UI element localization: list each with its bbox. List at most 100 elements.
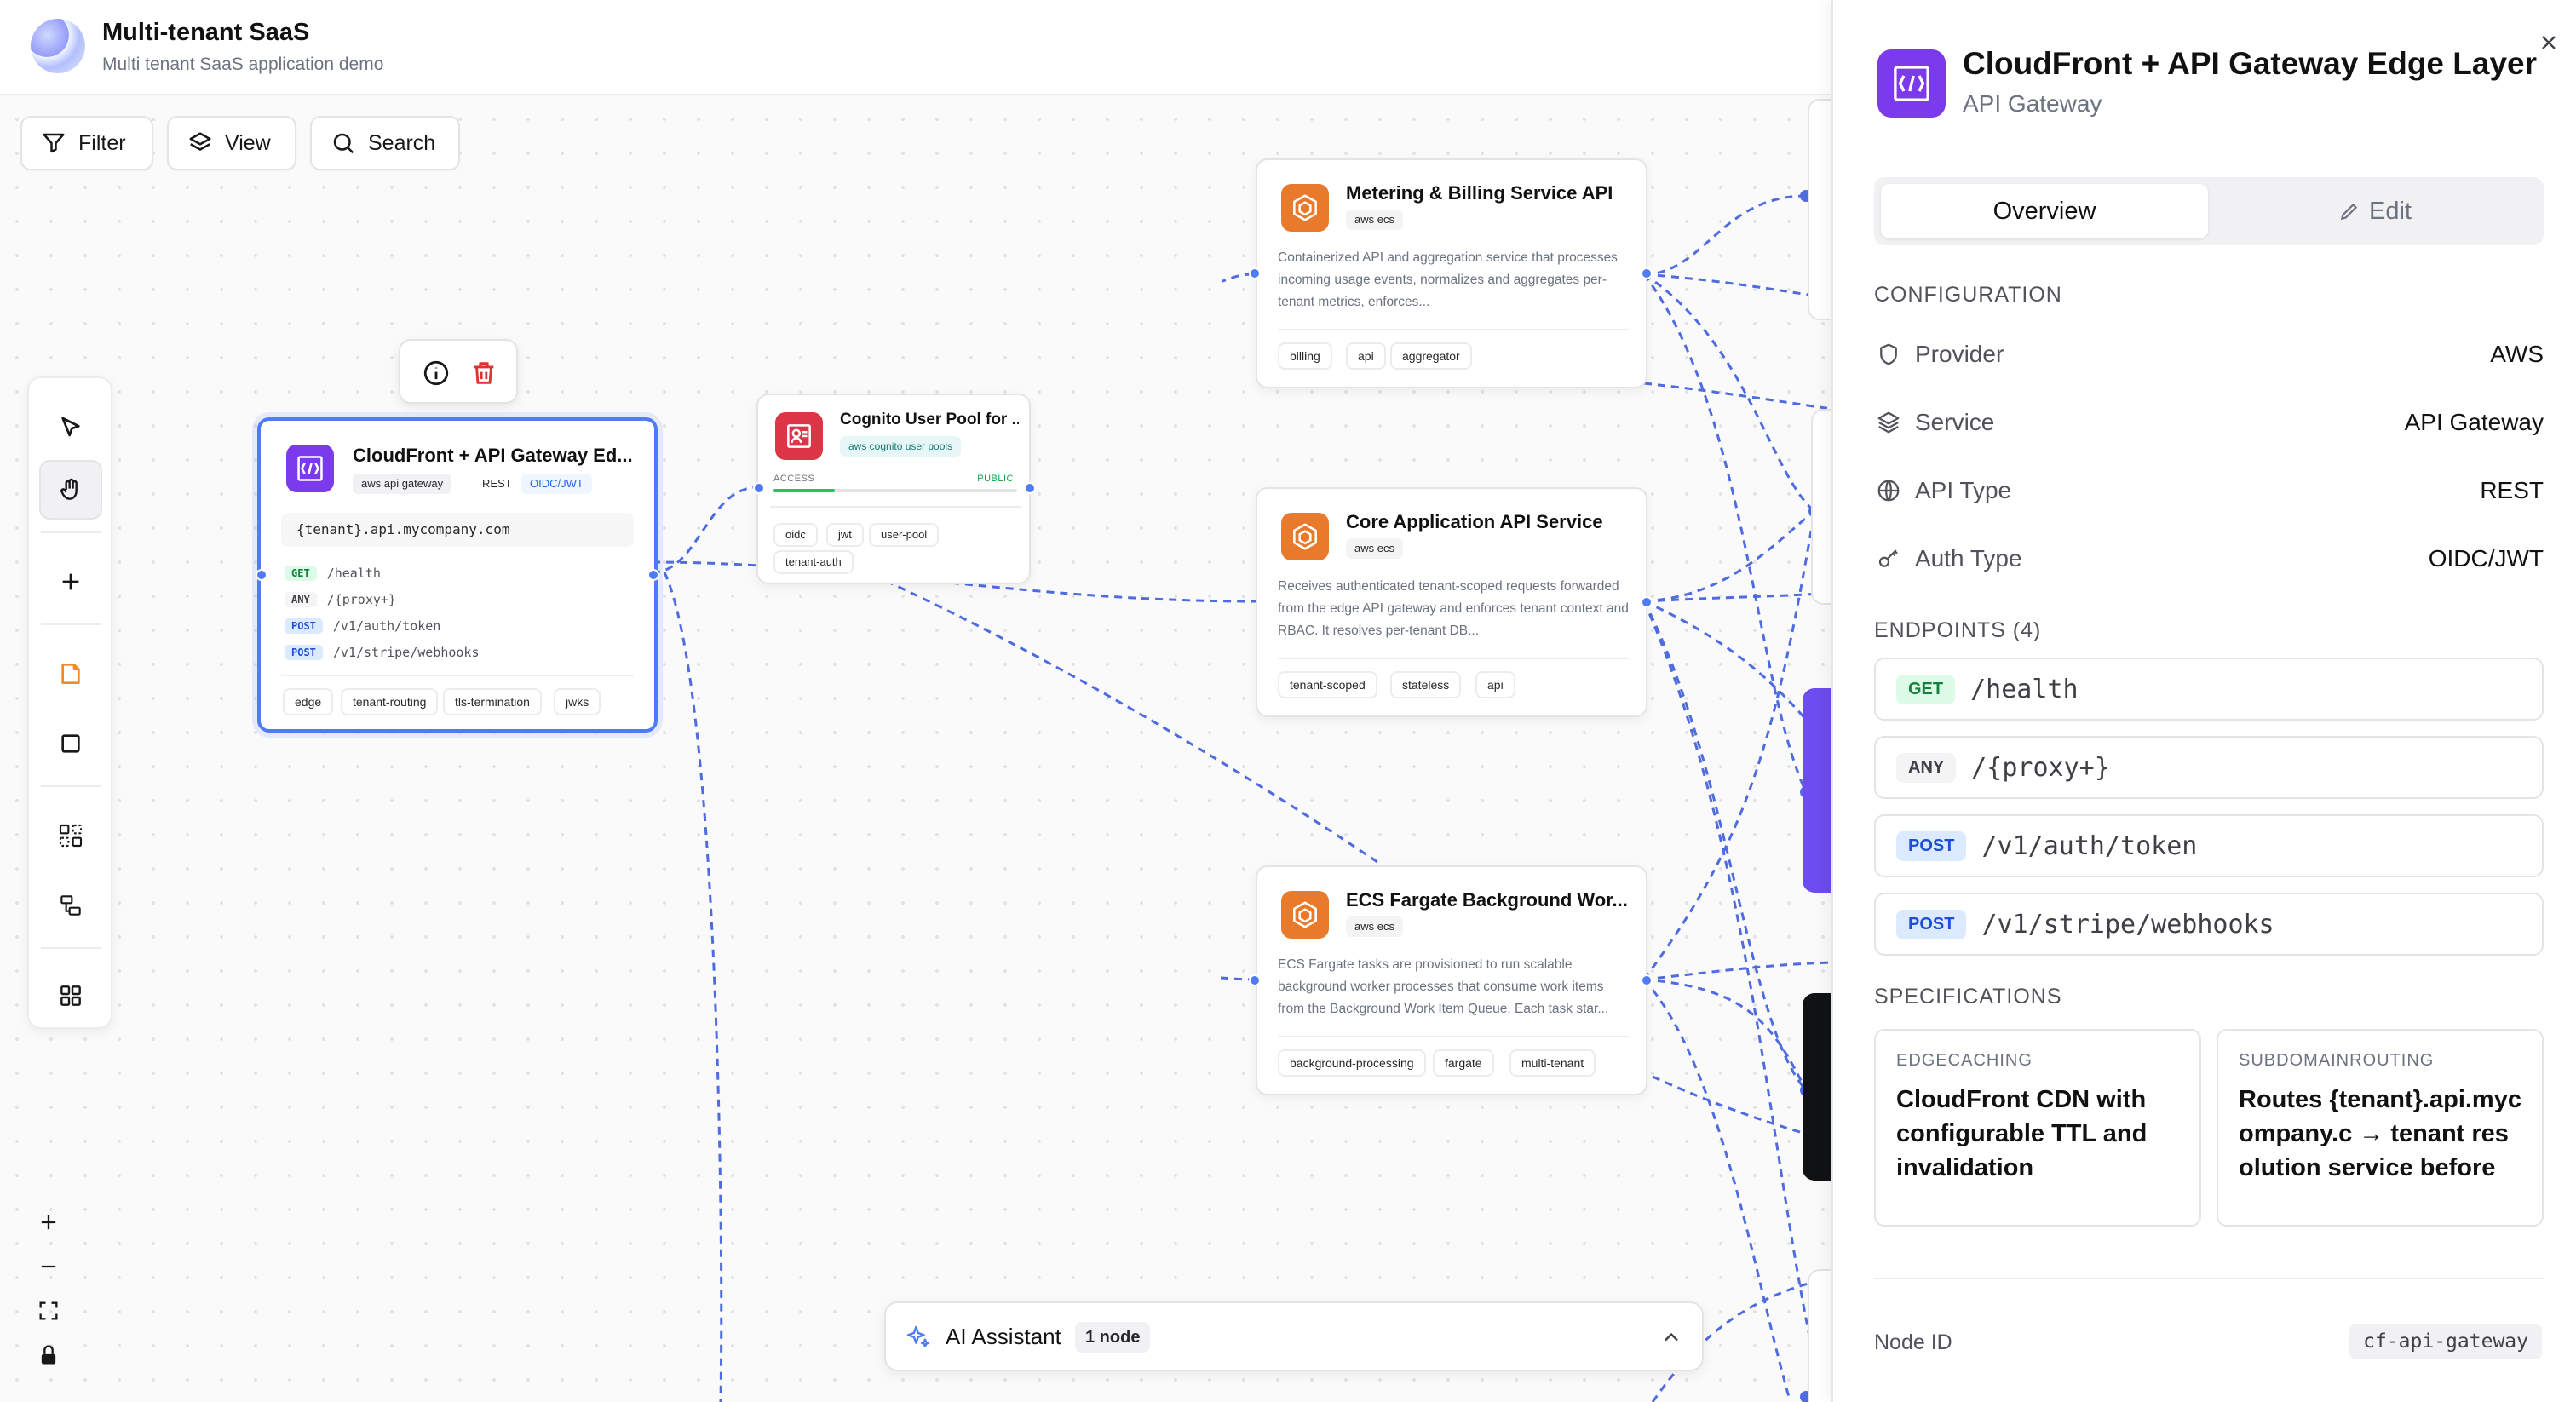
- node-ecs-fargate-worker[interactable]: ECS Fargate Background Wor... aws ecs EC…: [1256, 865, 1647, 1095]
- minus-icon: [41, 1265, 56, 1268]
- node-output-handle[interactable]: [1641, 267, 1653, 279]
- sticky-note-icon: [61, 664, 80, 684]
- endpoint-item[interactable]: POST /v1/auth/token: [1874, 814, 2544, 877]
- zoom-in-button[interactable]: [26, 1201, 72, 1244]
- node-description: Containerized API and aggregation servic…: [1278, 250, 1618, 309]
- panel-subtitle: API Gateway: [1963, 90, 2102, 117]
- delete-button[interactable]: [467, 356, 501, 390]
- spec-value: Routes {tenant}.api.mycompany.c → tenant…: [2239, 1086, 2521, 1181]
- tool-palette: [27, 376, 112, 1029]
- key-icon: [1878, 549, 1898, 567]
- layout-tool[interactable]: [39, 876, 102, 935]
- pointer-icon: [61, 417, 80, 437]
- node-output-handle[interactable]: [1024, 482, 1036, 494]
- endpoint-item[interactable]: ANY /{proxy+}: [1874, 736, 2544, 799]
- node-output-handle[interactable]: [1641, 596, 1653, 608]
- method-badge: GET: [285, 566, 317, 581]
- partial-node-dark[interactable]: [1803, 993, 1831, 1181]
- trash-icon: [474, 362, 494, 384]
- partial-node-top[interactable]: [1808, 99, 1831, 320]
- sparkle-icon: [906, 1325, 930, 1347]
- search-label: Search: [368, 130, 436, 155]
- node-cf-api-gateway[interactable]: CloudFront + API Gateway Ed... aws api g…: [257, 417, 658, 733]
- method-badge: POST: [1896, 830, 1967, 861]
- grid-tool[interactable]: [39, 966, 102, 1026]
- node-input-handle[interactable]: [1249, 267, 1261, 279]
- config-value: API Gateway: [2404, 409, 2544, 435]
- partial-node-purple[interactable]: [1803, 688, 1831, 893]
- spec-value: CloudFront CDN with configurable TTL and…: [1896, 1086, 2148, 1181]
- node-title: Core Application API Service: [1346, 511, 1603, 532]
- endpoint-item[interactable]: GET /health: [1874, 658, 2544, 721]
- fit-view-button[interactable]: [26, 1290, 72, 1332]
- node-output-handle[interactable]: [1641, 974, 1653, 986]
- pan-tool[interactable]: [39, 460, 102, 520]
- tab-edit[interactable]: Edit: [2211, 184, 2539, 238]
- filter-button[interactable]: Filter: [20, 116, 153, 170]
- endpoint-path: /{proxy+}: [326, 592, 396, 607]
- select-tool[interactable]: [39, 399, 102, 458]
- config-row-provider: Provider AWS: [1874, 337, 2544, 371]
- info-button[interactable]: [419, 356, 453, 390]
- node-tag: fargate: [1433, 1049, 1494, 1077]
- node-service-chip: aws api gateway: [353, 474, 452, 494]
- node-metering-billing[interactable]: Metering & Billing Service API aws ecs C…: [1256, 158, 1647, 388]
- chevron-up-icon[interactable]: [1659, 1325, 1683, 1349]
- partial-node-right-mid[interactable]: [1811, 409, 1831, 605]
- endpoint-item[interactable]: POST /v1/stripe/webhooks: [1874, 893, 2544, 956]
- layers-icon: [1877, 411, 1900, 434]
- node-title: Cognito User Pool for ...: [840, 411, 1019, 428]
- app-subtitle: Multi tenant SaaS application demo: [102, 55, 384, 74]
- ai-assistant-bar[interactable]: AI Assistant 1 node: [884, 1301, 1704, 1371]
- panel-tabs: Overview Edit: [1874, 177, 2544, 245]
- config-key: Provider: [1915, 341, 2004, 367]
- fit-screen-icon: [39, 1301, 58, 1320]
- node-service-chip: aws ecs: [1346, 916, 1403, 937]
- node-description: Receives authenticated tenant-scoped req…: [1278, 579, 1629, 638]
- config-value: REST: [2480, 477, 2544, 503]
- partial-node-bottom[interactable]: [1808, 1269, 1831, 1402]
- node-input-handle[interactable]: [753, 482, 765, 494]
- note-tool[interactable]: [39, 644, 102, 704]
- node-tag: aggregator: [1390, 342, 1472, 370]
- node-output-handle[interactable]: [647, 569, 659, 581]
- node-id-label: Node ID: [1874, 1330, 1952, 1354]
- endpoint-path: /v1/auth/token: [332, 618, 441, 634]
- group-tool[interactable]: [39, 806, 102, 865]
- endpoint-path: /{proxy+}: [1971, 752, 2110, 783]
- api-gateway-icon: [286, 445, 334, 492]
- close-panel-button[interactable]: [2532, 26, 2566, 60]
- node-endpoint-row: POST/v1/auth/token: [285, 615, 440, 637]
- endpoint-path: /health: [326, 566, 381, 581]
- zoom-out-button[interactable]: [26, 1245, 72, 1288]
- plus-icon: [41, 1215, 56, 1230]
- node-core-application-api[interactable]: Core Application API Service aws ecs Rec…: [1256, 487, 1647, 717]
- node-auth-chip: OIDC/JWT: [521, 474, 592, 494]
- rectangle-tool[interactable]: [39, 714, 102, 773]
- hand-icon: [60, 478, 78, 500]
- node-tag: tls-termination: [443, 688, 542, 715]
- access-label: ACCESS: [773, 474, 815, 484]
- close-icon: [2542, 36, 2556, 49]
- node-tag: user-pool: [869, 523, 940, 547]
- tab-overview[interactable]: Overview: [1881, 184, 2208, 238]
- node-tag: oidc: [773, 523, 818, 547]
- ai-assistant-label: AI Assistant: [946, 1324, 1061, 1349]
- node-cognito-user-pool[interactable]: Cognito User Pool for ... aws cognito us…: [756, 394, 1031, 584]
- method-badge: POST: [285, 645, 323, 660]
- layers-icon: [189, 132, 211, 151]
- node-input-handle[interactable]: [1249, 974, 1261, 986]
- add-tool[interactable]: [39, 552, 102, 612]
- node-tag: tenant-auth: [773, 550, 854, 574]
- tab-label: Edit: [2369, 197, 2412, 225]
- lock-button[interactable]: [26, 1334, 72, 1376]
- panel-title: CloudFront + API Gateway Edge Layer: [1963, 46, 2538, 81]
- search-button[interactable]: Search: [310, 116, 460, 170]
- node-tag: api: [1346, 342, 1386, 370]
- method-badge: GET: [1896, 674, 1956, 704]
- group-icon: [59, 824, 83, 848]
- node-input-handle[interactable]: [256, 569, 267, 581]
- config-row-api-type: API Type REST: [1874, 474, 2544, 508]
- node-title: ECS Fargate Background Wor...: [1346, 889, 1628, 911]
- view-button[interactable]: View: [167, 116, 296, 170]
